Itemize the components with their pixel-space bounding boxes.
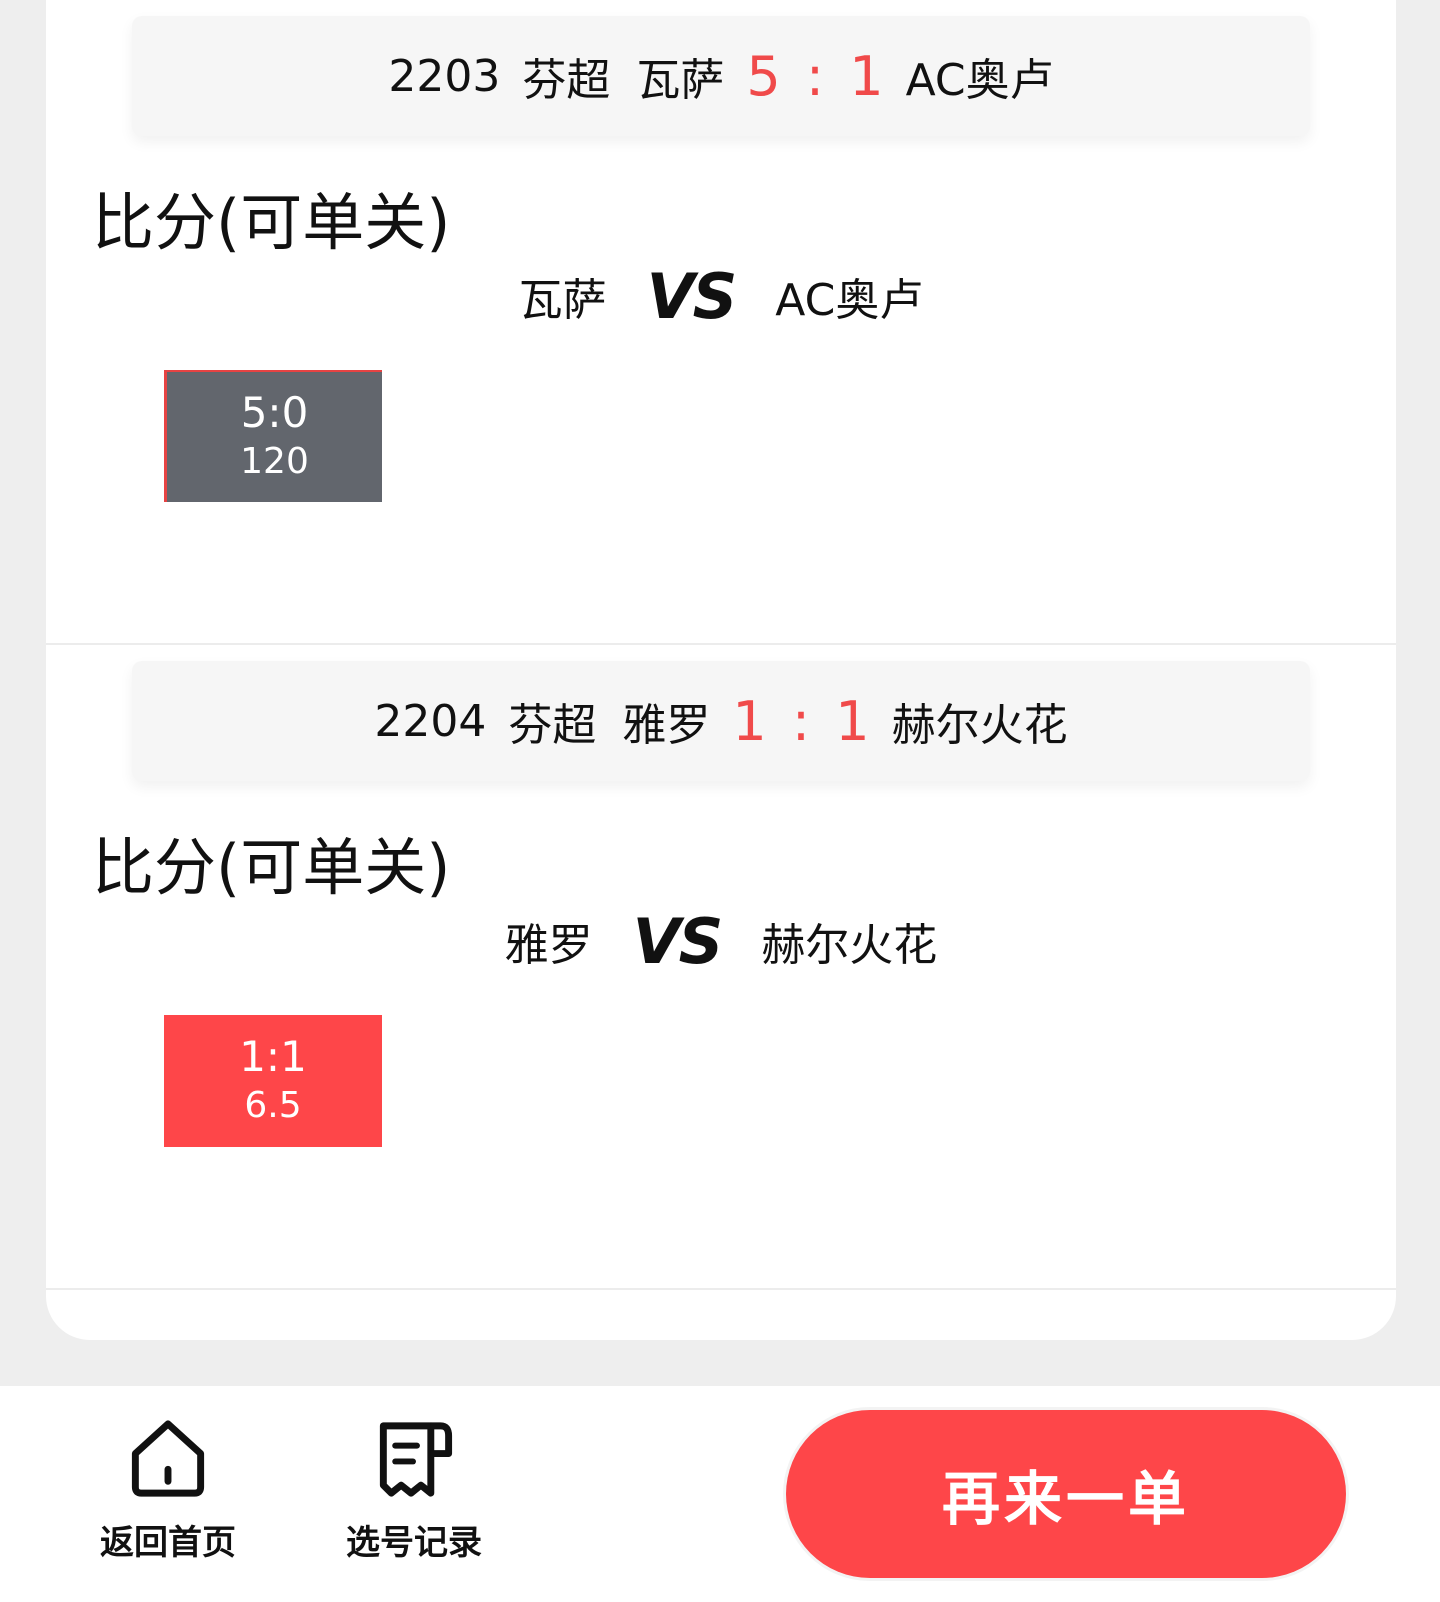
option-score: 1:1 [239,1032,307,1081]
pick-history-label: 选号记录 [346,1523,482,1563]
receipt-icon [379,1422,453,1497]
home-icon [131,1420,205,1497]
vs-label: VS [632,904,724,978]
score-option-selected[interactable]: 5:0 120 [164,370,382,502]
away-team: 赫尔火花 [891,700,1068,751]
match-header: 2203 芬超 瓦萨 5 : 1 AC奥卢 [132,16,1310,136]
match-header: 2204 芬超 雅罗 1 : 1 赫尔火花 [132,661,1310,781]
match-number: 2203 [388,50,501,102]
order-again-button[interactable]: 再来一单 [786,1410,1346,1578]
final-score: 5 : 1 [746,44,888,108]
match-block: 2203 芬超 瓦萨 5 : 1 AC奥卢 比分(可单关) 瓦萨 VS AC奥卢… [46,0,1396,645]
match-number: 2204 [374,695,487,747]
score-option-selected[interactable]: 1:1 6.5 [164,1015,382,1147]
vs-home-team: 瓦萨 [518,275,607,326]
divider [46,1288,1396,1290]
home-team: 雅罗 [622,700,711,751]
vs-row: 雅罗 VS 赫尔火花 [46,901,1396,981]
vs-row: 瓦萨 VS AC奥卢 [46,256,1396,336]
section-title: 比分(可单关) [92,831,451,904]
back-home-label: 返回首页 [100,1523,236,1563]
option-odds: 6.5 [244,1085,302,1126]
vs-label: VS [646,259,738,333]
home-team: 瓦萨 [636,55,725,106]
vs-home-team: 雅罗 [504,920,593,971]
vs-away-team: AC奥卢 [775,275,924,326]
section-title: 比分(可单关) [92,186,451,259]
vs-away-team: 赫尔火花 [761,920,938,971]
away-team: AC奥卢 [905,55,1054,106]
results-card: 2203 芬超 瓦萨 5 : 1 AC奥卢 比分(可单关) 瓦萨 VS AC奥卢… [46,0,1396,1340]
pick-history-button[interactable]: 选号记录 [324,1414,504,1564]
league-name: 芬超 [508,700,597,751]
option-odds: 120 [240,441,309,482]
final-score: 1 : 1 [732,689,874,753]
option-score: 5:0 [240,388,309,437]
match-block: 2204 芬超 雅罗 1 : 1 赫尔火花 比分(可单关) 雅罗 VS 赫尔火花… [46,645,1396,1290]
back-home-button[interactable]: 返回首页 [78,1414,258,1564]
bottom-action-bar: 返回首页 选号记录 再来一单 [0,1386,1440,1602]
league-name: 芬超 [522,55,611,106]
